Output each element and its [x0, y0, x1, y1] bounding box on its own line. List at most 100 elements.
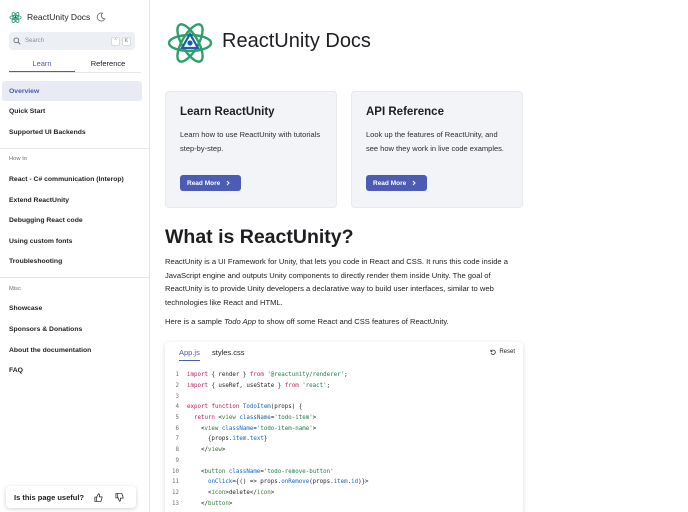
feedback-widget: Is this page useful? [6, 486, 136, 508]
code-token: > [221, 447, 226, 454]
code-token: '@reactunity/renderer' [267, 372, 345, 379]
code-text: import { useRef, useState } from 'react'… [187, 383, 330, 389]
card-body: Learn how to use ReactUnity with tutoria… [180, 130, 321, 153]
sidebar-item-about[interactable]: About the documentation [2, 340, 142, 360]
line-number: 4 [175, 404, 180, 411]
line-number: 7 [175, 436, 180, 443]
section-heading: What is ReactUnity? [165, 226, 354, 248]
line-number: 13 [172, 500, 179, 507]
sidebar-divider [0, 148, 150, 149]
code-line: 3 [165, 391, 523, 402]
code-token: export [187, 404, 208, 411]
sidebar-item-overview[interactable]: Overview [2, 81, 142, 101]
code-line: 12 <icon>delete</icon> [165, 488, 523, 499]
code-line: 11 onClick={() => props.onRemove(props.i… [165, 477, 523, 488]
code-text: return <view className='todo-item'> [187, 415, 316, 421]
thumbs-down-icon[interactable] [115, 492, 124, 502]
code-line: 7 {props.item.text} [165, 434, 523, 445]
intro-paragraph: ReactUnity is a UI Framework for Unity, … [165, 257, 508, 307]
tab-learn[interactable]: Learn [9, 56, 75, 72]
code-token: 'todo-item-name' [256, 425, 313, 432]
code-line: 4 export function TodoItem(props) { [165, 402, 523, 413]
code-token: ; [326, 383, 331, 390]
code-token: > [312, 415, 317, 422]
code-token: view [204, 425, 219, 432]
card-learn[interactable]: Learn ReactUnity Learn how to use ReactU… [165, 91, 337, 208]
code-line: 8 </view> [165, 445, 523, 456]
chevron-right-icon [412, 180, 416, 186]
sidebar-item-troubleshooting[interactable]: Troubleshooting [2, 251, 142, 271]
line-number: 5 [175, 415, 180, 422]
code-token: import [187, 372, 208, 379]
sidebar: ReactUnity Docs Search ⌃ K Learn Referen… [0, 0, 150, 512]
sidebar-item-interop[interactable]: React - C# communication (Interop) [2, 169, 142, 189]
line-number: 6 [175, 425, 180, 432]
code-sandbox: App.js styles.css Reset 1 import { render… [165, 342, 523, 512]
code-line: 6 <view className='todo-item-name'> [165, 423, 523, 434]
code-text: {props.item.text} [187, 436, 267, 442]
tab-reference[interactable]: Reference [75, 56, 141, 72]
section-label-how-to: How to [9, 156, 28, 162]
code-token: { useRef, useState } [207, 383, 285, 390]
code-token: button [204, 468, 226, 475]
thumbs-up-icon[interactable] [94, 492, 103, 502]
sample-paragraph: Here is a sample Todo App to show off so… [165, 317, 449, 326]
code-token: icon [256, 489, 271, 496]
code-token: (props. [309, 479, 334, 486]
code-token: < [214, 415, 222, 422]
reset-label: Reset [499, 349, 515, 355]
line-number: 11 [172, 479, 179, 486]
moon-icon[interactable] [96, 12, 106, 22]
code-token: </ [187, 447, 208, 454]
card-api-reference[interactable]: API Reference Look up the features of Re… [351, 91, 523, 208]
sidebar-item-custom-fonts[interactable]: Using custom fonts [2, 231, 142, 251]
sidebar-item-sponsors[interactable]: Sponsors & Donations [2, 319, 142, 339]
sample-text-em: Todo App [224, 317, 257, 326]
line-number: 9 [175, 457, 180, 464]
docs-page: ReactUnity Docs Search ⌃ K Learn Referen… [0, 0, 688, 512]
line-number: 10 [172, 468, 179, 475]
tab-app-js[interactable]: App.js [179, 348, 200, 361]
brand[interactable]: ReactUnity Docs [9, 10, 106, 24]
sample-text-after: to show off some React and CSS features … [256, 317, 449, 326]
code-text: <view className='todo-item-name'> [187, 426, 316, 432]
line-number: 3 [175, 393, 180, 400]
code-token: } [263, 436, 268, 443]
code-token: function [211, 404, 240, 411]
code-token: )}> [358, 479, 369, 486]
line-number: 12 [172, 489, 179, 496]
reactunity-logo-icon [9, 11, 22, 23]
read-more-button[interactable]: Read More [180, 175, 241, 191]
sidebar-item-showcase[interactable]: Showcase [2, 298, 142, 318]
card-body: Look up the features of ReactUnity, and … [366, 130, 504, 153]
code-token: onRemove [281, 479, 310, 486]
read-more-button[interactable]: Read More [366, 175, 427, 191]
search-input[interactable]: Search ⌃ K [9, 32, 135, 50]
chevron-right-icon [226, 180, 230, 186]
code-editor[interactable]: 1 import { render } from '@reactunity/ren… [165, 370, 523, 509]
code-token: ; [344, 372, 348, 379]
code-token: < [187, 425, 205, 432]
code-token: > [312, 425, 317, 432]
code-token: item [232, 436, 247, 443]
code-line: 2 import { useRef, useState } from 'react… [165, 381, 523, 392]
sidebar-item-debugging[interactable]: Debugging React code [2, 210, 142, 230]
sidebar-item-supported-ui-backends[interactable]: Supported UI Backends [2, 122, 142, 142]
sidebar-item-faq[interactable]: FAQ [2, 360, 142, 380]
code-token: (props) { [270, 404, 303, 411]
code-token: return [193, 415, 215, 422]
tab-styles-css[interactable]: styles.css [212, 348, 245, 360]
reset-button[interactable]: Reset [490, 349, 515, 355]
code-token: icon [211, 489, 226, 496]
code-text: import { render } from '@reactunity/rend… [187, 372, 348, 378]
sidebar-item-extend[interactable]: Extend ReactUnity [2, 190, 142, 210]
card-title: Learn ReactUnity [180, 106, 275, 118]
search-icon [13, 37, 21, 45]
code-token: < [187, 468, 205, 475]
line-number: 8 [175, 447, 180, 454]
code-token: </ [187, 500, 208, 507]
sidebar-item-quick-start[interactable]: Quick Start [2, 101, 142, 121]
code-line: 5 return <view className='todo-item'> [165, 413, 523, 424]
